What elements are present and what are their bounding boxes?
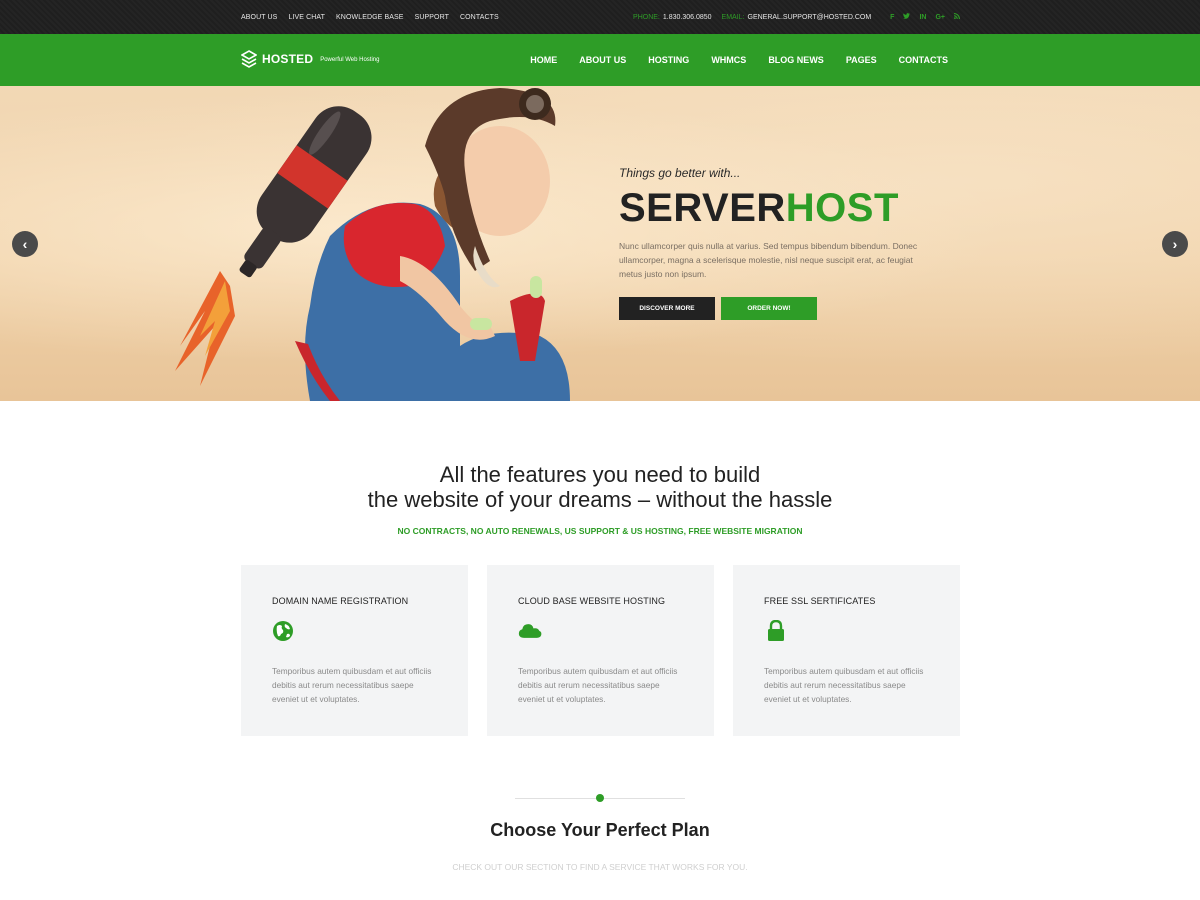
topbar-link-contacts[interactable]: CONTACTS xyxy=(460,14,499,21)
feature-card-text: Temporibus autem quibusdam et aut offici… xyxy=(272,666,432,704)
slider-prev-button[interactable]: ‹ xyxy=(12,231,38,257)
section-divider xyxy=(515,794,685,802)
hero-description: Nunc ullamcorper quis nulla at varius. S… xyxy=(619,241,918,279)
main-nav: HOME ABOUT US HOSTING WHMCS BLOG NEWS PA… xyxy=(508,34,948,86)
layers-icon xyxy=(241,50,257,68)
logo-tagline: Powerful Web Hosting xyxy=(320,57,380,63)
topbar-link-support[interactable]: SUPPORT xyxy=(415,14,449,21)
topbar-contact-info: PHONE: 1.830.306.0850 EMAIL: GENERAL.SUP… xyxy=(633,0,960,34)
topbar: ABOUT US LIVE CHAT KNOWLEDGE BASE SUPPOR… xyxy=(0,0,1200,34)
feature-card-domain[interactable]: DOMAIN NAME REGISTRATION Temporibus aute… xyxy=(241,565,468,736)
email-label: EMAIL: xyxy=(721,13,745,21)
feature-card-text: Temporibus autem quibusdam et aut offici… xyxy=(764,666,924,704)
feature-card-title: FREE SSL SERTIFICATES xyxy=(764,596,876,606)
features-subtitle: NO CONTRACTS, NO AUTO RENEWALS, US SUPPO… xyxy=(397,526,803,536)
rss-icon[interactable] xyxy=(954,13,960,21)
hero-buttons: DISCOVER MORE ORDER NOW! xyxy=(619,297,939,320)
cloud-icon xyxy=(518,624,542,638)
nav-item-pages[interactable]: PAGES xyxy=(846,55,877,65)
features-title-line-1: All the features you need to build xyxy=(439,462,761,487)
nav-item-whmcs[interactable]: WHMCS xyxy=(711,55,746,65)
discover-more-button[interactable]: DISCOVER MORE xyxy=(619,297,715,320)
facebook-icon[interactable]: f xyxy=(890,14,894,21)
globe-icon xyxy=(273,621,293,641)
hero-content: Things go better with... SERVERHOST Nunc… xyxy=(619,166,939,320)
linkedin-icon[interactable]: in xyxy=(919,14,926,21)
hero-slider: ‹ › Things go better with... SERVERHOST … xyxy=(0,86,1200,401)
feature-card-title: CLOUD BASE WEBSITE HOSTING xyxy=(518,596,666,606)
google-plus-icon[interactable]: G+ xyxy=(935,14,945,21)
topbar-link-about-us[interactable]: ABOUT US xyxy=(241,14,277,21)
topbar-links: ABOUT US LIVE CHAT KNOWLEDGE BASE SUPPOR… xyxy=(241,0,510,34)
nav-item-about-us[interactable]: ABOUT US xyxy=(579,55,626,65)
nav-item-blog-news[interactable]: BLOG NEWS xyxy=(768,55,824,65)
slider-next-button[interactable]: › xyxy=(1162,231,1188,257)
topbar-link-live-chat[interactable]: LIVE CHAT xyxy=(288,14,325,21)
feature-card-text: Temporibus autem quibusdam et aut offici… xyxy=(518,666,678,704)
hero-title-green: HOST xyxy=(785,186,899,230)
features-title: All the features you need to build the w… xyxy=(0,462,1200,512)
nav-item-contacts[interactable]: CONTACTS xyxy=(899,55,948,65)
hero-title-dark: SERVER xyxy=(619,186,786,230)
logo[interactable]: HOSTED Powerful Web Hosting xyxy=(241,50,379,68)
hero-pretitle: Things go better with... xyxy=(619,166,741,180)
feature-card-cloud-hosting[interactable]: CLOUD BASE WEBSITE HOSTING Temporibus au… xyxy=(487,565,714,736)
order-now-button[interactable]: ORDER NOW! xyxy=(721,297,817,320)
hero-image xyxy=(175,88,570,401)
divider-dot xyxy=(596,794,604,802)
plans-subtitle: CHECK OUT OUR SECTION TO FIND A SERVICE … xyxy=(452,862,748,872)
main-header: HOSTED Powerful Web Hosting HOME ABOUT U… xyxy=(0,34,1200,86)
topbar-link-knowledge-base[interactable]: KNOWLEDGE BASE xyxy=(336,14,404,21)
plans-title: Choose Your Perfect Plan xyxy=(490,820,710,840)
feature-card-title: DOMAIN NAME REGISTRATION xyxy=(272,596,409,606)
logo-name: HOSTED xyxy=(262,52,314,66)
features-title-line-2: the website of your dreams – without the… xyxy=(367,487,833,512)
lock-icon xyxy=(768,619,784,641)
feature-cards: DOMAIN NAME REGISTRATION Temporibus aute… xyxy=(241,565,960,736)
phone-label: PHONE: xyxy=(633,13,660,21)
nav-item-home[interactable]: HOME xyxy=(530,55,557,65)
feature-card-ssl[interactable]: FREE SSL SERTIFICATES Temporibus autem q… xyxy=(733,565,960,736)
twitter-icon[interactable] xyxy=(903,13,911,21)
features-heading: All the features you need to build the w… xyxy=(0,462,1200,536)
hero-title: SERVERHOST xyxy=(619,186,939,230)
phone-number: 1.830.306.0850 xyxy=(662,13,712,21)
email-address[interactable]: GENERAL.SUPPORT@HOSTED.COM xyxy=(748,14,872,21)
nav-item-hosting[interactable]: HOSTING xyxy=(648,55,689,65)
